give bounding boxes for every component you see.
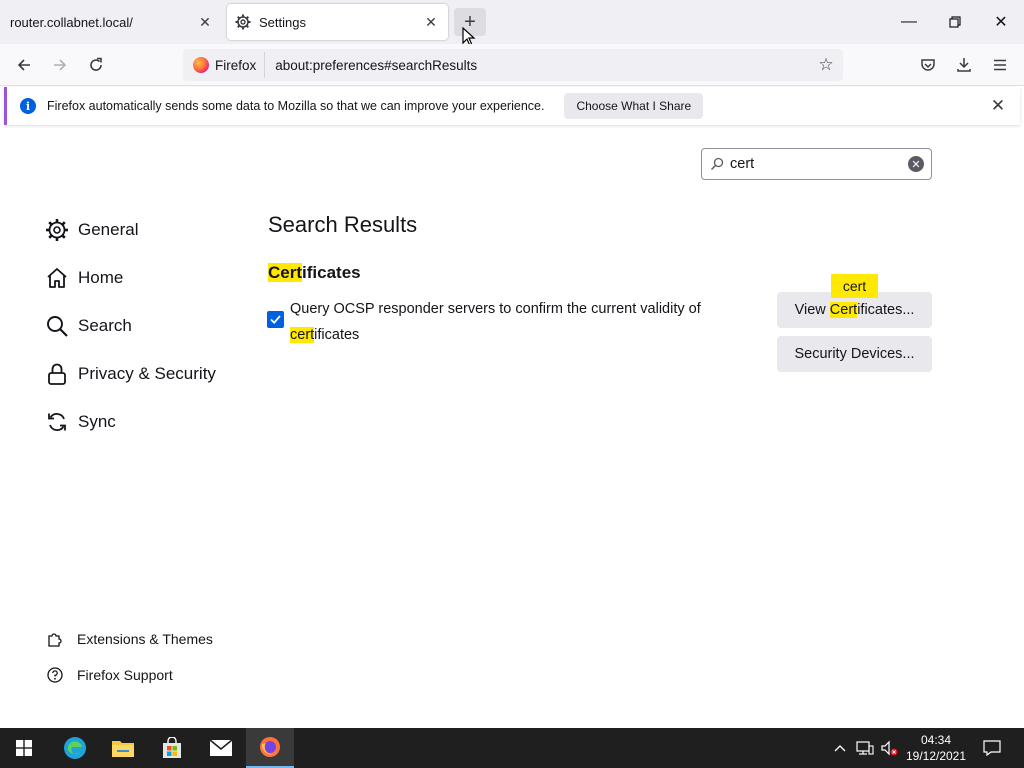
gear-icon: [235, 14, 251, 30]
search-highlight: Cert: [268, 263, 303, 282]
pocket-icon[interactable]: [913, 50, 943, 80]
sidebar-item-general[interactable]: General: [44, 206, 244, 254]
sidebar-item-privacy-security[interactable]: Privacy & Security: [44, 350, 244, 398]
page-title: Search Results: [268, 212, 418, 237]
edge-icon[interactable]: [51, 728, 99, 768]
notification-message: Firefox automatically sends some data to…: [47, 99, 545, 113]
sidebar-item-label: Home: [78, 268, 124, 287]
search-icon: [710, 157, 724, 171]
menu-icon[interactable]: [985, 50, 1015, 80]
home-icon: [44, 265, 70, 291]
settings-search-input[interactable]: cert ✕: [701, 148, 932, 180]
gear-icon: [44, 217, 70, 243]
tab-strip: router.collabnet.local/ ✕ Settings ✕ + —…: [0, 0, 1024, 47]
search-match-tooltip: cert: [831, 274, 878, 298]
clear-search-icon[interactable]: ✕: [908, 156, 924, 172]
sidebar-item-label: Extensions & Themes: [77, 631, 213, 647]
tab-close-icon[interactable]: ✕: [194, 11, 216, 33]
restore-icon[interactable]: [932, 0, 978, 44]
certificates-heading: Certificates: [268, 263, 361, 283]
firefox-taskbar-icon[interactable]: [246, 728, 294, 768]
notification-bar: i Firefox automatically sends some data …: [4, 87, 1020, 125]
search-highlight: Cert: [829, 302, 858, 318]
search-icon: [44, 313, 70, 339]
notifications-icon[interactable]: [978, 728, 1006, 768]
sidebar-item-label: Privacy & Security: [78, 364, 216, 383]
tab-title: Settings: [259, 14, 306, 30]
url-text[interactable]: about:preferences#searchResults: [275, 58, 811, 73]
lock-icon: [44, 361, 70, 387]
taskbar-clock[interactable]: 04:34 19/12/2021: [900, 732, 972, 764]
sidebar-item-label: Search: [78, 316, 132, 335]
security-devices-button[interactable]: Security Devices...: [777, 336, 932, 372]
file-explorer-icon[interactable]: [99, 728, 147, 768]
tab-title: router.collabnet.local/: [10, 14, 133, 30]
sidebar-item-home[interactable]: Home: [44, 254, 244, 302]
navigation-bar: Firefox about:preferences#searchResults …: [0, 44, 1024, 86]
button-label-prefix: View: [794, 302, 830, 318]
reload-icon[interactable]: [81, 50, 111, 80]
settings-sidebar: General Home Search Privacy & Security S…: [44, 206, 244, 446]
close-icon[interactable]: ✕: [988, 96, 1008, 116]
identity-label: Firefox: [215, 57, 257, 73]
back-icon[interactable]: [9, 50, 39, 80]
network-icon[interactable]: [854, 728, 876, 768]
sync-icon: [44, 409, 70, 435]
windows-start-icon[interactable]: [0, 728, 48, 768]
minimize-icon[interactable]: —: [886, 0, 932, 44]
clock-date: 19/12/2021: [905, 749, 967, 763]
sidebar-item-label: Firefox Support: [77, 667, 173, 683]
choose-what-i-share-button[interactable]: Choose What I Share: [564, 93, 704, 119]
button-label-rest: ificates...: [857, 302, 915, 318]
info-icon: i: [20, 98, 36, 114]
sidebar-item-extensions-themes[interactable]: Extensions & Themes: [46, 628, 246, 650]
label-line-2-rest: ificates: [314, 327, 360, 343]
search-highlight: cert: [290, 327, 315, 343]
firefox-logo-icon: [193, 57, 209, 73]
window-close-icon[interactable]: ✕: [978, 0, 1024, 44]
help-icon: [46, 666, 64, 684]
tray-chevron-up-icon[interactable]: [830, 728, 850, 768]
sidebar-item-sync[interactable]: Sync: [44, 398, 244, 446]
tab-router[interactable]: router.collabnet.local/ ✕: [0, 0, 222, 44]
puzzle-icon: [46, 630, 64, 648]
ocsp-checkbox-label[interactable]: Query OCSP responder servers to confirm …: [290, 296, 701, 348]
bookmark-star-icon[interactable]: ☆: [811, 50, 841, 80]
tab-settings[interactable]: Settings ✕: [227, 4, 448, 40]
store-icon[interactable]: [148, 728, 196, 768]
forward-icon[interactable]: [45, 50, 75, 80]
clock-time: 04:34: [920, 733, 952, 747]
identity-box[interactable]: Firefox: [185, 52, 266, 78]
search-value[interactable]: cert: [730, 156, 908, 172]
sidebar-item-search[interactable]: Search: [44, 302, 244, 350]
mail-icon[interactable]: [197, 728, 245, 768]
volume-muted-icon[interactable]: [878, 728, 900, 768]
windows-taskbar: 04:34 19/12/2021: [0, 728, 1024, 768]
sidebar-item-label: Sync: [78, 412, 116, 431]
downloads-icon[interactable]: [949, 50, 979, 80]
url-bar[interactable]: Firefox about:preferences#searchResults …: [183, 49, 843, 81]
tab-close-icon[interactable]: ✕: [420, 11, 442, 33]
heading-rest: ificates: [302, 263, 361, 282]
sidebar-item-label: General: [78, 220, 139, 239]
sidebar-item-firefox-support[interactable]: Firefox Support: [46, 664, 246, 686]
ocsp-checkbox[interactable]: [267, 311, 284, 328]
label-line-1: Query OCSP responder servers to confirm …: [290, 301, 701, 317]
ocsp-checkbox-row: Query OCSP responder servers to confirm …: [267, 296, 727, 348]
